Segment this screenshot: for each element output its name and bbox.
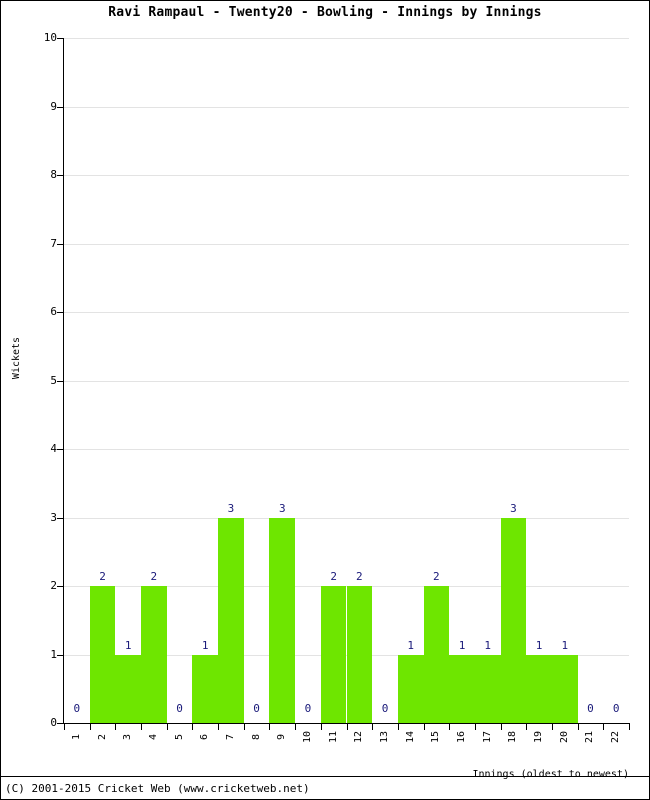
bar-value-labels: 0 2 1 2 0 1 3 0 3 0 2 2 0 1 2 1 1 3 1 1 0 0 xyxy=(64,38,629,723)
x-tick-label-20: 20 xyxy=(558,730,570,744)
bar-value-label: 2 xyxy=(356,570,363,583)
x-tick-17 xyxy=(474,724,476,730)
y-tick-label-wrap-3: 3 xyxy=(1,512,57,526)
x-tick-3 xyxy=(115,724,117,730)
bar-value-label: 1 xyxy=(484,638,492,652)
y-tick-label-1: 1 xyxy=(50,647,57,661)
x-tick-4 xyxy=(141,724,143,730)
x-tick-label-18: 18 xyxy=(507,730,519,744)
x-tick-6 xyxy=(192,724,194,730)
x-tick-21 xyxy=(577,724,579,730)
y-tick-label-6: 6 xyxy=(50,305,57,318)
x-tick-label-10: 10 xyxy=(301,730,313,744)
x-tick-label-8: 8 xyxy=(250,733,262,741)
bar-value-label: 1 xyxy=(535,638,543,652)
x-tick-end xyxy=(629,724,630,730)
chart-page: Ravi Rampaul - Twenty20 - Bowling - Inni… xyxy=(0,0,650,800)
x-tick-label-13: 13 xyxy=(379,730,391,744)
y-tick-label-10: 10 xyxy=(43,31,57,44)
bar-value-label: 0 xyxy=(253,702,260,715)
x-tick-13 xyxy=(372,724,374,730)
bar-value-label: 2 xyxy=(330,570,337,583)
x-tick-label-1: 1 xyxy=(70,733,82,741)
x-tick-7 xyxy=(218,724,220,730)
bar-value-label: 2 xyxy=(433,570,440,583)
y-tick-label-7: 7 xyxy=(50,236,57,250)
y-tick-label-9: 9 xyxy=(50,99,57,113)
x-tick-2 xyxy=(89,724,91,730)
x-tick-label-3: 3 xyxy=(122,733,134,741)
x-tick-12 xyxy=(346,724,348,730)
bar-value-label: 3 xyxy=(278,501,286,515)
x-tick-15 xyxy=(423,724,425,730)
x-tick-9 xyxy=(269,724,271,730)
x-tick-16 xyxy=(449,724,451,730)
bar-value-label: 0 xyxy=(176,702,183,715)
x-tick-1 xyxy=(64,724,65,730)
x-tick-label-15: 15 xyxy=(430,730,442,744)
x-tick-5 xyxy=(166,724,168,730)
y-tick-label-wrap-0: 0 xyxy=(1,717,57,731)
x-tick-label-22: 22 xyxy=(610,730,622,744)
y-tick-label-wrap-6: 6 xyxy=(1,306,57,320)
x-tick-8 xyxy=(243,724,245,730)
bar-value-label: 2 xyxy=(150,570,158,583)
y-tick-label-wrap-10: 10 xyxy=(1,32,57,46)
footer-divider xyxy=(1,776,649,777)
bar-value-label: 0 xyxy=(304,702,312,715)
x-tick-label-11: 11 xyxy=(327,730,339,744)
bar-value-label: 1 xyxy=(124,638,132,652)
y-tick-label-wrap-5: 5 xyxy=(1,375,57,389)
plot-area: 0 2 1 2 0 1 3 0 3 0 2 2 0 1 2 1 1 3 1 1 0 0 xyxy=(64,38,629,724)
y-tick-label-wrap-9: 9 xyxy=(1,101,57,115)
y-tick-label-8: 8 xyxy=(50,168,57,181)
x-tick-14 xyxy=(397,724,399,730)
x-tick-label-19: 19 xyxy=(533,730,545,744)
y-tick-label-0: 0 xyxy=(50,716,57,729)
x-tick-label-12: 12 xyxy=(353,730,365,744)
y-tick-label-wrap-4: 4 xyxy=(1,443,57,457)
bar-value-label: 3 xyxy=(510,501,517,515)
x-tick-22 xyxy=(603,724,605,730)
x-axis-title: Innings (oldest to newest) xyxy=(472,769,629,780)
bar-value-label: 1 xyxy=(407,638,414,652)
y-tick-label-wrap-8: 8 xyxy=(1,169,57,183)
y-tick-label-3: 3 xyxy=(50,510,57,524)
x-tick-18 xyxy=(500,724,502,730)
x-tick-label-7: 7 xyxy=(224,733,236,741)
y-tick-label-wrap-7: 7 xyxy=(1,238,57,252)
bar-value-label: 1 xyxy=(201,638,209,652)
bar-value-label: 1 xyxy=(458,638,466,652)
x-tick-label-6: 6 xyxy=(199,733,211,741)
x-tick-label-2: 2 xyxy=(96,733,108,741)
bar-value-label: 0 xyxy=(381,702,389,715)
bar-value-label: 1 xyxy=(561,638,569,652)
bar-value-label: 3 xyxy=(227,501,235,515)
bar-value-label: 0 xyxy=(73,702,81,715)
y-tick-label-wrap-1: 1 xyxy=(1,649,57,663)
bar-value-label: 0 xyxy=(612,702,620,715)
y-tick-label-2: 2 xyxy=(50,579,57,592)
x-tick-label-4: 4 xyxy=(147,733,159,741)
bar-value-label: 0 xyxy=(587,702,594,715)
x-tick-label-21: 21 xyxy=(584,730,596,744)
page-title: Ravi Rampaul - Twenty20 - Bowling - Inni… xyxy=(108,5,542,20)
x-tick-11 xyxy=(320,724,322,730)
x-tick-label-17: 17 xyxy=(481,730,493,744)
x-tick-label-9: 9 xyxy=(276,733,288,741)
x-tick-10 xyxy=(295,724,297,730)
y-tick-label-4: 4 xyxy=(50,442,57,455)
x-tick-19 xyxy=(526,724,528,730)
bar-value-label: 2 xyxy=(99,570,106,583)
y-tick-label-5: 5 xyxy=(50,373,57,387)
x-tick-20 xyxy=(551,724,553,730)
footer-copyright: (C) 2001-2015 Cricket Web (www.cricketwe… xyxy=(5,782,310,795)
x-tick-label-16: 16 xyxy=(456,730,468,744)
y-tick-label-wrap-2: 2 xyxy=(1,580,57,594)
x-tick-label-5: 5 xyxy=(173,733,185,741)
x-tick-label-14: 14 xyxy=(404,730,416,744)
